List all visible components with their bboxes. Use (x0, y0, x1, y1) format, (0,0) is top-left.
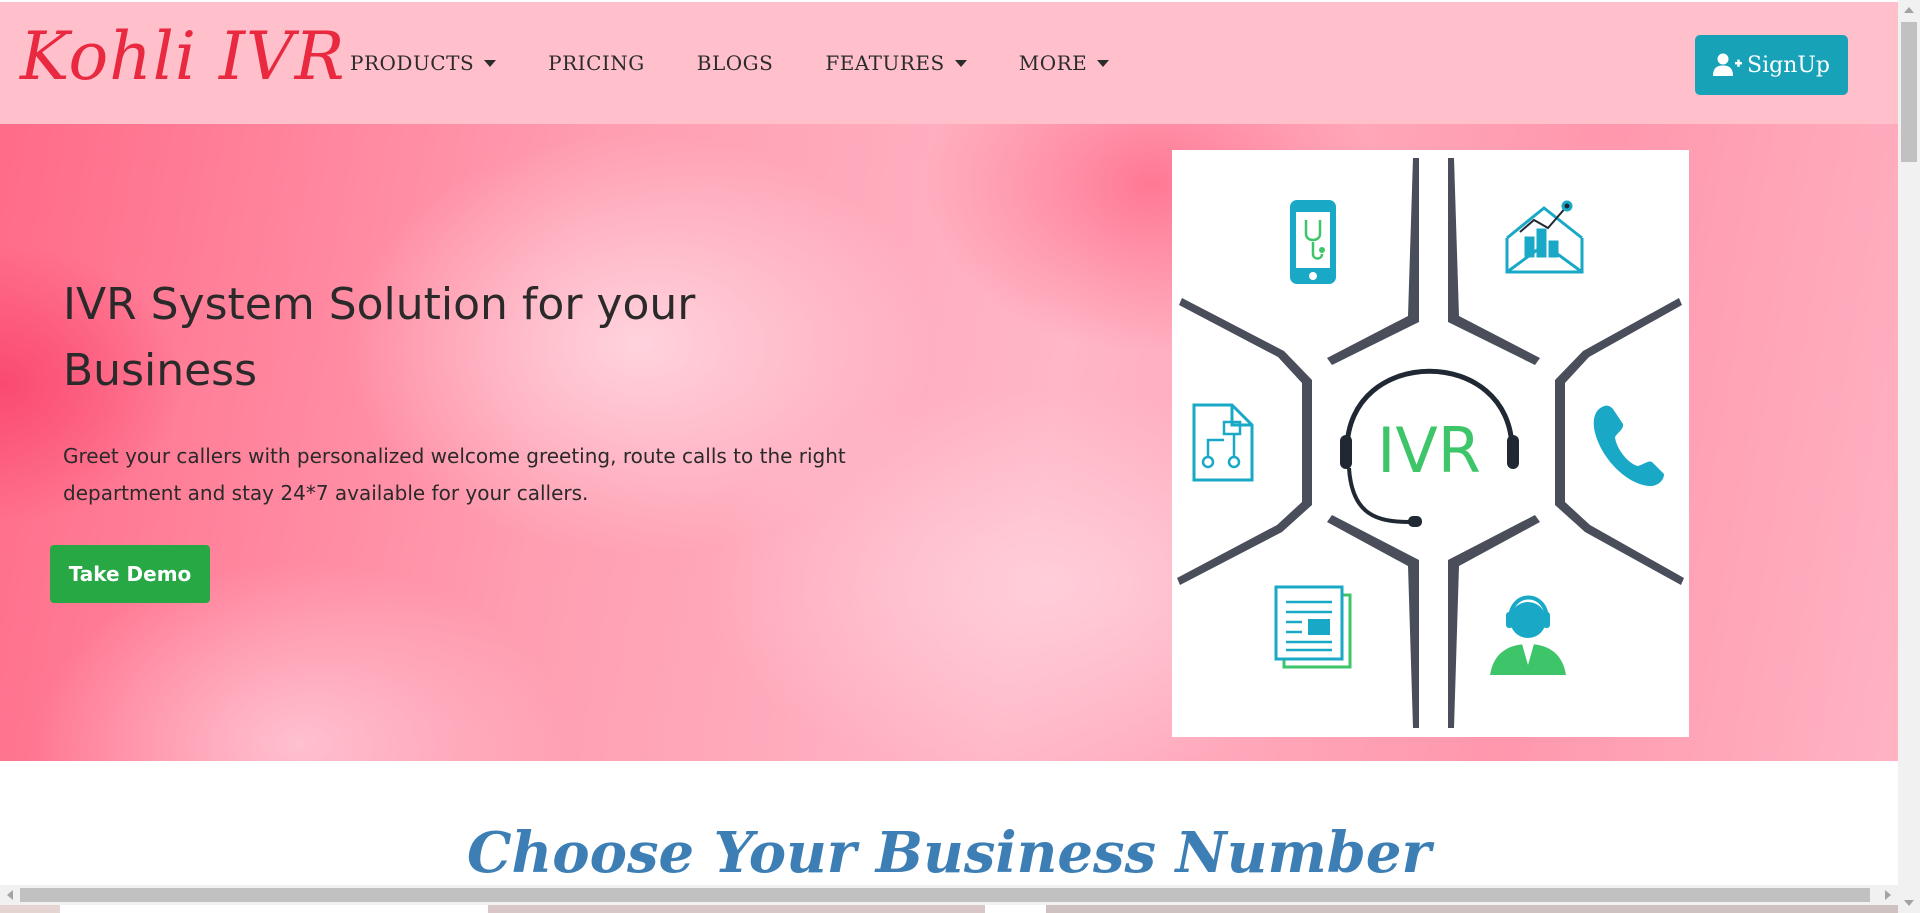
horizontal-scrollbar[interactable] (0, 885, 1898, 905)
page-overflow-strip (0, 905, 1898, 913)
nav-item-features[interactable]: FEATURES (825, 51, 967, 75)
nav-item-label: FEATURES (825, 51, 945, 75)
email-analytics-icon (1505, 200, 1584, 274)
nav-item-products[interactable]: PRODUCTS (350, 51, 497, 75)
vertical-scrollbar[interactable] (1898, 0, 1920, 913)
caret-down-icon (954, 59, 967, 67)
signup-button[interactable]: SignUp (1695, 35, 1848, 95)
scroll-down-arrow-icon[interactable] (1898, 893, 1920, 913)
caret-down-icon (1097, 59, 1110, 67)
phone-icon (1593, 405, 1664, 487)
navbar: Kohli IVR PRODUCTS PRICING BLOGS FEATURE… (0, 2, 1898, 124)
nav-menu: PRODUCTS PRICING BLOGS FEATURES MORE (350, 2, 1161, 124)
vertical-scroll-thumb[interactable] (1901, 22, 1917, 162)
hero-title: IVR System Solution for your Business (63, 279, 696, 396)
headset-icon: IVR (1340, 368, 1519, 527)
nav-item-more[interactable]: MORE (1019, 51, 1110, 75)
nav-item-label: MORE (1018, 51, 1088, 75)
hero-section: IVR System Solution for your Business Gr… (0, 124, 1898, 761)
scroll-right-arrow-icon[interactable] (1878, 885, 1898, 905)
nav-item-pricing[interactable]: PRICING (548, 51, 645, 75)
scroll-left-arrow-icon[interactable] (0, 885, 20, 905)
section-heading: Choose Your Business Number (466, 820, 1431, 886)
user-plus-icon (1713, 53, 1742, 76)
support-agent-icon (1490, 595, 1566, 675)
signup-label: SignUp (1747, 52, 1830, 78)
newspaper-icon (1274, 585, 1352, 669)
caret-down-icon (484, 59, 497, 67)
scroll-up-arrow-icon[interactable] (1898, 0, 1920, 20)
ivr-illustration: IVR (1172, 150, 1689, 737)
hero-description: Greet your callers with personalized wel… (63, 444, 846, 505)
nav-item-blogs[interactable]: BLOGS (697, 51, 774, 75)
flowchart-document-icon (1192, 403, 1254, 482)
mobile-stethoscope-icon (1290, 200, 1336, 284)
brand-logo[interactable]: Kohli IVR (20, 24, 345, 90)
horizontal-scroll-thumb[interactable] (20, 888, 1870, 902)
nav-item-label: PRODUCTS (350, 51, 475, 75)
nav-item-label: BLOGS (696, 51, 774, 75)
nav-item-label: PRICING (548, 51, 645, 75)
svg-text:IVR: IVR (1377, 414, 1481, 487)
take-demo-button[interactable]: Take Demo (50, 545, 210, 603)
